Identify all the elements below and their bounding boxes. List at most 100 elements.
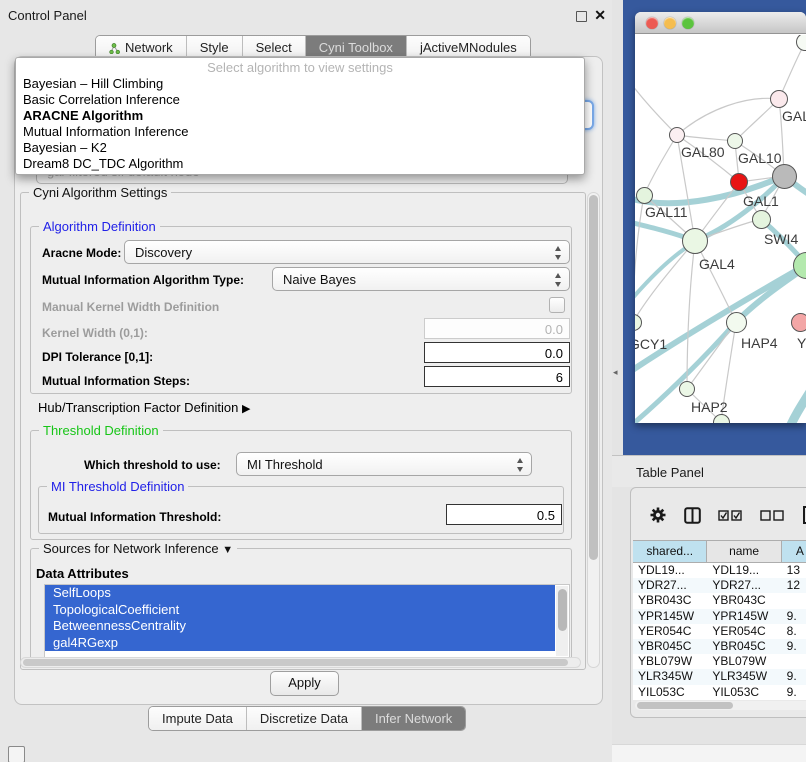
panel-divider-arrow[interactable]: ◂ bbox=[613, 367, 618, 378]
algorithm-option[interactable]: Dream8 DC_TDC Algorithm bbox=[16, 156, 584, 172]
gray-edge[interactable] bbox=[635, 241, 695, 322]
network-node-gal11[interactable] bbox=[636, 187, 653, 204]
network-node[interactable] bbox=[772, 164, 797, 189]
settings-vertical-scrollbar[interactable] bbox=[587, 192, 600, 668]
algorithm-option[interactable]: ARACNE Algorithm bbox=[16, 108, 584, 124]
zoom-window-icon[interactable] bbox=[682, 17, 694, 29]
close-window-icon[interactable] bbox=[646, 17, 658, 29]
data-attribute-item[interactable]: SelfLoops bbox=[45, 585, 555, 602]
kernel-width-field[interactable]: 0.0 bbox=[424, 318, 570, 339]
gray-edge[interactable] bbox=[644, 135, 677, 195]
table-cell: YBL079W bbox=[707, 654, 781, 669]
node-label: GAL4 bbox=[699, 256, 735, 272]
data-attribute-item[interactable]: TopologicalCoefficient bbox=[45, 602, 555, 619]
column-header-partial[interactable]: A bbox=[782, 541, 806, 562]
hub-definition-toggle[interactable]: Hub/Transcription Factor Definition ▶ bbox=[38, 400, 250, 415]
table-panel-header: Table Panel bbox=[612, 455, 806, 487]
data-attribute-item[interactable]: gal4RGexp bbox=[45, 635, 555, 652]
table-row[interactable]: YDL19...YDL19...13 bbox=[633, 563, 806, 578]
mi-type-value: Naive Bayes bbox=[283, 272, 356, 287]
unchecked-pair-icon[interactable] bbox=[760, 510, 785, 521]
tab-discretize-data[interactable]: Discretize Data bbox=[246, 707, 361, 730]
data-attributes-listbox: SelfLoopsTopologicalCoefficientBetweenne… bbox=[44, 584, 570, 658]
node-label: HAP2 bbox=[691, 399, 728, 415]
which-threshold-combo[interactable]: MI Threshold bbox=[236, 452, 532, 476]
tab-impute-data[interactable]: Impute Data bbox=[149, 707, 246, 730]
network-window-titlebar[interactable] bbox=[635, 12, 806, 34]
kernel-width-label: Kernel Width (0,1): bbox=[42, 326, 148, 340]
table-cell: YBR045C bbox=[707, 639, 781, 654]
sources-group-title[interactable]: Sources for Network Inference ▼ bbox=[39, 541, 237, 556]
table-cell: 9. bbox=[782, 685, 806, 700]
threshold-definition-title: Threshold Definition bbox=[39, 423, 163, 438]
table-row[interactable]: YIL053CYIL053C9. bbox=[633, 685, 806, 700]
table-cell bbox=[782, 654, 806, 669]
apply-button[interactable]: Apply bbox=[270, 671, 339, 696]
algorithm-option[interactable]: Bayesian – Hill Climbing bbox=[16, 76, 584, 92]
table-horizontal-scrollbar[interactable] bbox=[635, 701, 806, 710]
table-cell: 8. bbox=[782, 624, 806, 639]
algorithm-definition-title: Algorithm Definition bbox=[39, 219, 160, 234]
network-node-gal4[interactable] bbox=[682, 228, 708, 254]
mi-type-combo[interactable]: Naive Bayes bbox=[272, 267, 570, 291]
network-node-gal10[interactable] bbox=[727, 133, 743, 149]
column-header-name[interactable]: name bbox=[707, 541, 781, 562]
collapsed-arrow-icon: ▶ bbox=[242, 403, 250, 415]
node-label: GAL11 bbox=[645, 204, 688, 220]
network-node-gal7[interactable] bbox=[770, 90, 788, 108]
table-panel-title: Table Panel bbox=[636, 465, 704, 480]
table-row[interactable]: YDR27...YDR27...12 bbox=[633, 578, 806, 593]
network-node-hap4[interactable] bbox=[726, 312, 747, 333]
tab-infer-network-label: Infer Network bbox=[375, 711, 452, 726]
gear-icon[interactable] bbox=[649, 506, 667, 524]
float-panel-icon[interactable] bbox=[576, 11, 587, 22]
attributes-scrollbar[interactable] bbox=[556, 586, 568, 656]
network-node-gal1[interactable] bbox=[730, 173, 748, 191]
network-node-gal80[interactable] bbox=[669, 127, 685, 143]
tab-infer-network[interactable]: Infer Network bbox=[361, 707, 465, 730]
stepper-icon bbox=[555, 273, 562, 287]
table-row[interactable]: YBR043CYBR043C bbox=[633, 593, 806, 608]
table-cell: YER054C bbox=[707, 624, 781, 639]
settings-horizontal-scrollbar[interactable] bbox=[20, 657, 581, 668]
gray-edge[interactable] bbox=[677, 98, 779, 135]
network-node-y[interactable] bbox=[791, 313, 806, 332]
columns-icon[interactable] bbox=[684, 507, 701, 524]
aracne-mode-combo[interactable]: Discovery bbox=[124, 240, 570, 264]
column-header-shared-name[interactable]: shared... bbox=[633, 541, 707, 562]
algorithm-option[interactable]: Mutual Information Inference bbox=[16, 124, 584, 140]
table-row[interactable]: YBR045CYBR045C9. bbox=[633, 639, 806, 654]
data-attributes-label: Data Attributes bbox=[36, 566, 129, 581]
network-canvas[interactable]: GAL7GAL80GAL10GAL1GAL11SWI4GAL4GCY1HAP4Y… bbox=[635, 35, 806, 423]
manual-kernel-checkbox[interactable] bbox=[549, 297, 565, 313]
algorithm-option[interactable]: Basic Correlation Inference bbox=[16, 92, 584, 108]
table-row[interactable]: YPR145WYPR145W9. bbox=[633, 609, 806, 624]
mi-steps-field[interactable]: 6 bbox=[424, 366, 570, 387]
table-cell: YBL079W bbox=[633, 654, 707, 669]
node-table: shared... name A YDL19...YDL19...13YDR27… bbox=[633, 540, 806, 700]
mi-threshold-field[interactable]: 0.5 bbox=[446, 504, 562, 525]
gray-edge[interactable] bbox=[635, 195, 644, 322]
network-node-hap2[interactable] bbox=[679, 381, 695, 397]
table-row[interactable]: YBL079WYBL079W bbox=[633, 654, 806, 669]
teal-edge[interactable] bbox=[789, 387, 806, 423]
document-icon[interactable] bbox=[802, 506, 806, 524]
table-cell: YPR145W bbox=[707, 609, 781, 624]
checked-pair-icon[interactable] bbox=[718, 510, 743, 521]
network-node-swi4[interactable] bbox=[752, 210, 771, 229]
data-attribute-item[interactable]: BetweennessCentrality bbox=[45, 618, 555, 635]
bottom-status-strip bbox=[612, 744, 806, 762]
algorithm-option[interactable]: Bayesian – K2 bbox=[16, 140, 584, 156]
expanded-arrow-icon: ▼ bbox=[222, 544, 233, 556]
gray-edge[interactable] bbox=[695, 241, 736, 322]
dock-panel-icon[interactable] bbox=[8, 746, 25, 762]
table-cell bbox=[782, 593, 806, 608]
dpi-tolerance-field[interactable]: 0.0 bbox=[424, 342, 570, 363]
sources-title-label: Sources for Network Inference bbox=[43, 541, 219, 556]
table-row[interactable]: YER054CYER054C8. bbox=[633, 624, 806, 639]
close-panel-icon[interactable]: ✕ bbox=[594, 7, 606, 24]
gray-edge[interactable] bbox=[635, 81, 677, 135]
table-cell: YER054C bbox=[633, 624, 707, 639]
table-row[interactable]: YLR345WYLR345W9. bbox=[633, 669, 806, 684]
minimize-window-icon[interactable] bbox=[664, 17, 676, 29]
